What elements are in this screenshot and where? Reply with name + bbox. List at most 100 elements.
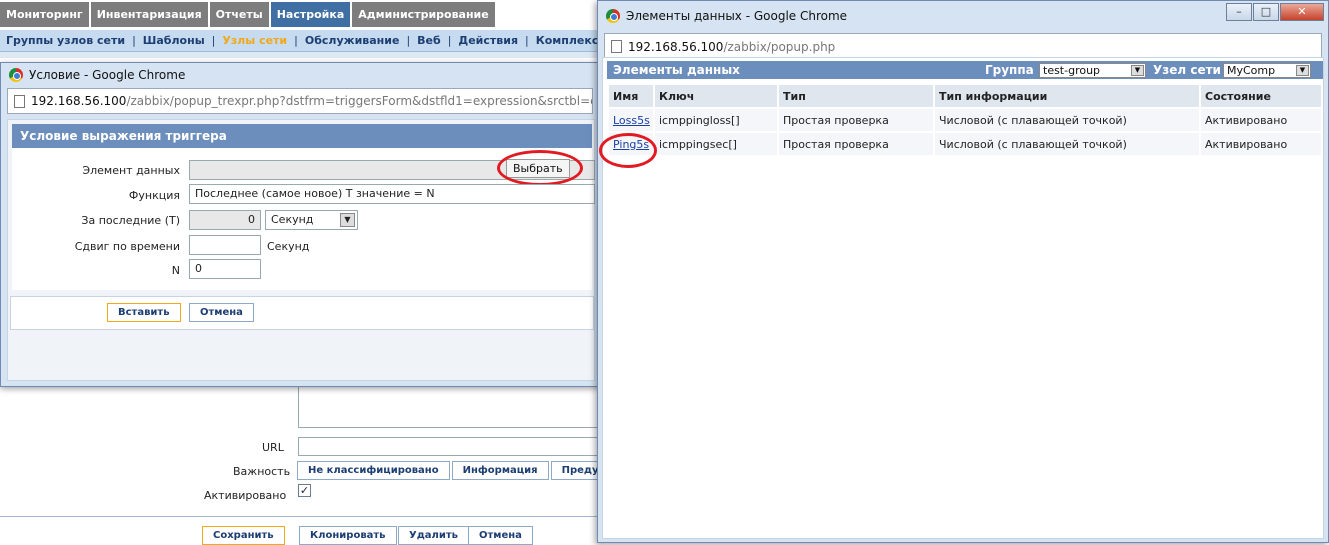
items-body: Элементы данных Группа test-group ▼ Узел… bbox=[602, 57, 1324, 539]
items-window: Элементы данных - Google Chrome – □ ✕ 19… bbox=[597, 0, 1329, 543]
table-row: Loss5s icmppingloss[] Простая проверка Ч… bbox=[609, 109, 1321, 131]
last-period-unit-value: Секунд bbox=[271, 213, 314, 226]
enabled-label: Активировано bbox=[204, 489, 287, 502]
subnav-separator: | bbox=[525, 34, 529, 47]
enabled-checkbox[interactable]: ✓ bbox=[298, 484, 311, 497]
condition-heading: Условие выражения триггера bbox=[12, 124, 592, 148]
subnav-separator: | bbox=[132, 34, 136, 47]
column-header-name[interactable]: Имя bbox=[609, 85, 653, 107]
url-label: URL bbox=[262, 441, 284, 454]
url-path: /zabbix/popup_trexpr.php?dstfrm=triggers… bbox=[126, 94, 592, 108]
item-status-cell: Активировано bbox=[1201, 109, 1321, 131]
chevron-down-icon: ▼ bbox=[340, 213, 355, 227]
item-key-cell: icmppingsec[] bbox=[655, 133, 777, 155]
items-window-title: Элементы данных - Google Chrome bbox=[626, 9, 848, 23]
severity-selector: Не классифицировано Информация Предупр bbox=[297, 461, 626, 480]
host-select[interactable]: MyComp ▼ bbox=[1223, 63, 1311, 78]
condition-window-title: Условие - Google Chrome bbox=[29, 67, 186, 82]
item-info-type-cell: Числовой (с плавающей точкой) bbox=[935, 133, 1199, 155]
item-name-cell: Loss5s bbox=[609, 109, 653, 131]
main-nav: Мониторинг Инвентаризация Отчеты Настрой… bbox=[0, 2, 497, 29]
delete-button[interactable]: Удалить bbox=[398, 526, 469, 545]
close-icon[interactable]: ✕ bbox=[1280, 3, 1324, 21]
function-select[interactable]: Последнее (самое новое) Т значение = N bbox=[189, 184, 595, 204]
severity-not-classified-button[interactable]: Не классифицировано bbox=[297, 461, 450, 480]
tab-monitoring[interactable]: Мониторинг bbox=[0, 2, 89, 27]
severity-label: Важность bbox=[233, 465, 291, 478]
item-link-loss5s[interactable]: Loss5s bbox=[613, 114, 650, 127]
condition-cancel-button[interactable]: Отмена bbox=[189, 303, 254, 322]
cancel-button[interactable]: Отмена bbox=[468, 526, 533, 545]
group-select[interactable]: test-group ▼ bbox=[1039, 63, 1146, 78]
url-host: 192.168.56.100 bbox=[31, 94, 127, 108]
subnav-separator: | bbox=[211, 34, 216, 47]
group-select-value: test-group bbox=[1043, 64, 1101, 77]
tab-inventory[interactable]: Инвентаризация bbox=[90, 2, 208, 27]
table-row: Ping5s icmppingsec[] Простая проверка Чи… bbox=[609, 133, 1321, 155]
severity-information-button[interactable]: Информация bbox=[451, 461, 549, 480]
subnav-host-groups[interactable]: Группы узлов сети bbox=[6, 30, 125, 51]
time-shift-unit: Секунд bbox=[267, 240, 310, 253]
page-icon bbox=[611, 40, 622, 53]
group-label: Группа bbox=[985, 63, 1034, 77]
subnav-separator: | bbox=[406, 34, 411, 47]
tab-reports[interactable]: Отчеты bbox=[209, 2, 269, 27]
items-heading: Элементы данных bbox=[613, 63, 740, 77]
item-label: Элемент данных bbox=[82, 164, 180, 177]
chrome-icon bbox=[606, 9, 620, 23]
item-type-cell: Простая проверка bbox=[779, 133, 933, 155]
subnav-separator: | bbox=[447, 34, 452, 47]
subnav-hosts[interactable]: Узлы сети bbox=[222, 30, 287, 51]
condition-buttons-panel bbox=[10, 296, 594, 330]
n-label: N bbox=[171, 264, 180, 277]
column-header-type[interactable]: Тип bbox=[779, 85, 933, 107]
subnav-maintenance[interactable]: Обслуживание bbox=[305, 30, 400, 51]
items-window-titlebar[interactable]: Элементы данных - Google Chrome bbox=[598, 1, 1328, 31]
highlight-ellipse-ping5s bbox=[599, 133, 657, 168]
chrome-icon bbox=[9, 67, 23, 82]
highlight-ellipse-choose bbox=[497, 150, 583, 186]
sub-nav: Группы узлов сети | Шаблоны | Узлы сети | Обсл… bbox=[0, 30, 600, 52]
minimize-icon[interactable]: – bbox=[1226, 3, 1252, 21]
page-icon bbox=[14, 94, 25, 108]
insert-button[interactable]: Вставить bbox=[107, 303, 181, 322]
subnav-services[interactable]: Комплексны bbox=[536, 30, 600, 51]
chevron-down-icon: ▼ bbox=[1131, 65, 1144, 76]
n-input[interactable]: 0 bbox=[189, 259, 261, 279]
chevron-down-icon: ▼ bbox=[1296, 65, 1309, 76]
column-header-status[interactable]: Состояние bbox=[1201, 85, 1321, 107]
clone-button[interactable]: Клонировать bbox=[299, 526, 397, 545]
comments-textarea[interactable] bbox=[298, 386, 598, 428]
item-info-type-cell: Числовой (с плавающей точкой) bbox=[935, 109, 1199, 131]
subnav-actions[interactable]: Действия bbox=[458, 30, 518, 51]
window-controls: – □ ✕ bbox=[1225, 3, 1324, 21]
tab-configuration[interactable]: Настройка bbox=[270, 2, 351, 27]
time-shift-input[interactable] bbox=[189, 235, 261, 255]
items-heading-bar: Элементы данных Группа test-group ▼ Узел… bbox=[607, 61, 1323, 79]
subnav-separator: | bbox=[294, 34, 298, 47]
tab-administration[interactable]: Администрирование bbox=[352, 2, 495, 27]
host-select-value: MyComp bbox=[1227, 64, 1276, 77]
function-label: Функция bbox=[128, 189, 180, 202]
last-period-input[interactable]: 0 bbox=[189, 210, 261, 230]
url-input[interactable] bbox=[298, 437, 598, 456]
item-key-cell: icmppingloss[] bbox=[655, 109, 777, 131]
subnav-shadow bbox=[0, 52, 600, 58]
table-header-row: Имя Ключ Тип Тип информации Состояние bbox=[609, 85, 1321, 107]
maximize-icon[interactable]: □ bbox=[1253, 3, 1279, 21]
host-label: Узел сети bbox=[1153, 63, 1221, 77]
last-period-label: За последние (Т) bbox=[81, 214, 180, 227]
condition-window-titlebar[interactable]: Условие - Google Chrome bbox=[1, 63, 599, 86]
subnav-templates[interactable]: Шаблоны bbox=[143, 30, 205, 51]
column-header-info-type[interactable]: Тип информации bbox=[935, 85, 1199, 107]
condition-url-bar[interactable]: 192.168.56.100/zabbix/popup_trexpr.php?d… bbox=[7, 88, 593, 114]
save-button[interactable]: Сохранить bbox=[202, 526, 285, 545]
item-status-cell: Активировано bbox=[1201, 133, 1321, 155]
url-path: /zabbix/popup.php bbox=[723, 39, 836, 54]
items-url-bar[interactable]: 192.168.56.100/zabbix/popup.php bbox=[604, 33, 1322, 60]
column-header-key[interactable]: Ключ bbox=[655, 85, 777, 107]
url-host: 192.168.56.100 bbox=[628, 39, 724, 54]
subnav-web[interactable]: Веб bbox=[417, 30, 441, 51]
last-period-unit-select[interactable]: Секунд ▼ bbox=[265, 210, 358, 230]
time-shift-label: Сдвиг по времени bbox=[74, 240, 180, 253]
